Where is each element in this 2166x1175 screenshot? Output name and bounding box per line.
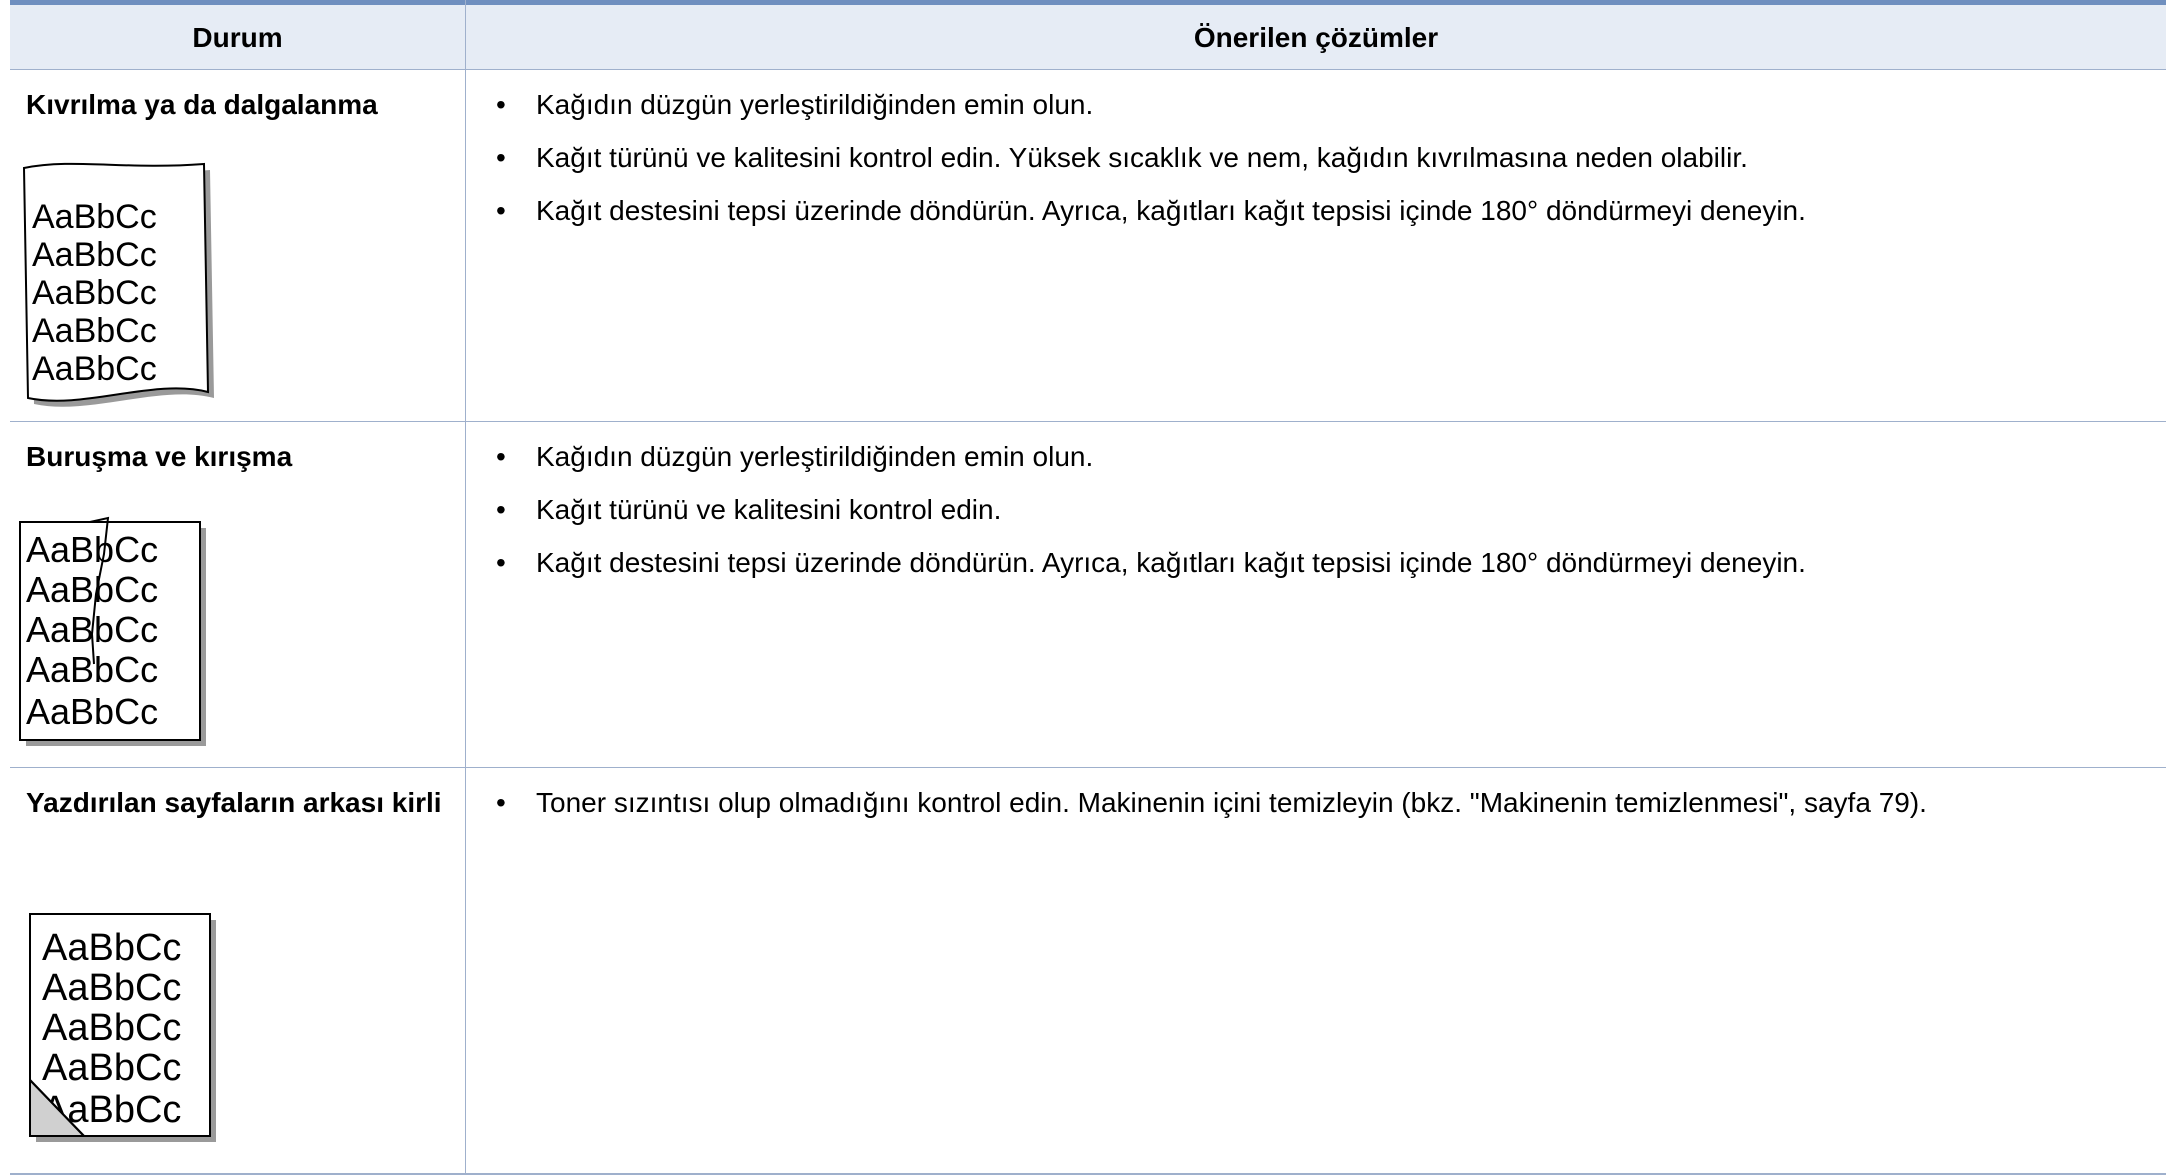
bullet-icon: • <box>496 441 506 472</box>
bullet-icon: • <box>496 195 506 226</box>
list-item: • Kağıt destesini tepsi üzerinde döndürün… <box>496 190 2136 231</box>
svg-text:AaBbCc: AaBbCc <box>26 691 158 732</box>
table-row: Buruşma ve kırışma AaBbCc AaBbCc AaBbCc … <box>10 422 2166 768</box>
condition-label: Yazdırılan sayfaların arkası kirli <box>26 787 442 818</box>
header-solutions: Önerilen çözümler <box>1193 22 1439 53</box>
svg-text:AaBbCc: AaBbCc <box>26 609 158 650</box>
condition-label: Buruşma ve kırışma <box>26 441 293 472</box>
list-item: • Kağıdın düzgün yerleştirildiğinden emin… <box>496 436 2136 477</box>
solution-list: • Toner sızıntısı olup olmadığını kontrol… <box>496 782 2136 835</box>
solution-list: • Kağıdın düzgün yerleştirildiğinden emin… <box>496 436 2136 595</box>
header-condition: Durum <box>192 22 283 53</box>
svg-text:AaBbCc: AaBbCc <box>26 569 158 610</box>
table-row: Yazdırılan sayfaların arkası kirli AaBbC… <box>10 768 2166 1175</box>
svg-text:AaBbCc: AaBbCc <box>42 1007 181 1049</box>
bullet-icon: • <box>496 787 506 818</box>
svg-text:AaBbCc: AaBbCc <box>32 312 157 350</box>
svg-text:AaBbCc: AaBbCc <box>42 927 181 969</box>
curled-paper-illustration: AaBbCc AaBbCc AaBbCc AaBbCc AaBbCc <box>14 158 214 413</box>
bullet-icon: • <box>496 142 506 173</box>
svg-text:AaBbCc: AaBbCc <box>26 649 158 690</box>
svg-text:AaBbCc: AaBbCc <box>32 274 157 312</box>
bullet-icon: • <box>496 494 506 525</box>
svg-text:AaBbCc: AaBbCc <box>32 350 157 388</box>
svg-text:AaBbCc: AaBbCc <box>32 236 157 274</box>
list-item: • Kağıt destesini tepsi üzerinde döndürün… <box>496 542 2136 583</box>
svg-text:AaBbCc: AaBbCc <box>42 967 181 1009</box>
list-item: • Toner sızıntısı olup olmadığını kontrol… <box>496 782 2136 823</box>
table-row: Kıvrılma ya da dalgalanma AaBbCc AaBbCc … <box>10 70 2166 422</box>
solution-list: • Kağıdın düzgün yerleştirildiğinden emin… <box>496 84 2136 243</box>
svg-text:AaBbCc: AaBbCc <box>26 529 158 570</box>
column-divider <box>465 0 466 1175</box>
list-item: • Kağıt türünü ve kalitesini kontrol edin… <box>496 137 2136 178</box>
bullet-icon: • <box>496 547 506 578</box>
table-header: Durum Önerilen çözümler <box>10 0 2166 70</box>
svg-text:AaBbCc: AaBbCc <box>32 198 157 236</box>
list-item: • Kağıdın düzgün yerleştirildiğinden emin… <box>496 84 2136 125</box>
svg-text:AaBbCc: AaBbCc <box>42 1047 181 1089</box>
condition-label: Kıvrılma ya da dalgalanma <box>26 89 378 120</box>
wrinkled-paper-illustration: AaBbCc AaBbCc AaBbCc AaBbCc AaBbCc <box>12 514 212 759</box>
dirty-back-paper-illustration: AaBbCc AaBbCc AaBbCc AaBbCc AaBbCc <box>26 910 226 1165</box>
list-item: • Kağıt türünü ve kalitesini kontrol edin… <box>496 489 2136 530</box>
bullet-icon: • <box>496 89 506 120</box>
